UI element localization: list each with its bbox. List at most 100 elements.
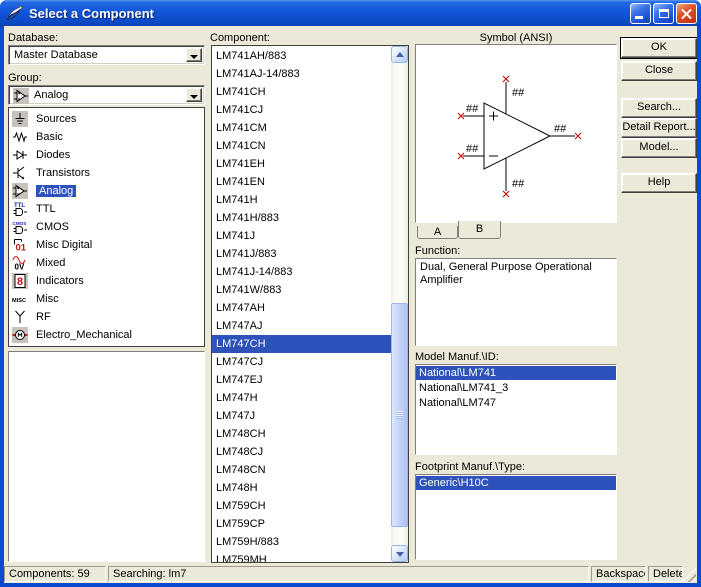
component-item[interactable]: LM741W/883	[212, 281, 391, 299]
component-list: LM741AH/883LM741AJ-14/883LM741CHLM741CJL…	[211, 45, 409, 563]
status-backspace: Backspace	[591, 566, 646, 582]
component-item[interactable]: LM747CH	[212, 335, 391, 353]
minimize-button[interactable]	[630, 3, 651, 24]
model-button[interactable]: Model...	[621, 138, 697, 158]
function-panel: Dual, General Purpose Operational Amplif…	[415, 258, 617, 346]
symbol-panel: ## ## ## ## ##	[415, 44, 617, 223]
cmos-icon: CMOS	[12, 219, 28, 235]
list-item[interactable]: National\LM741	[416, 366, 616, 380]
component-item[interactable]: LM747J	[212, 407, 391, 425]
analog-icon	[12, 183, 28, 199]
component-item[interactable]: LM748H	[212, 479, 391, 497]
scroll-up-button[interactable]	[391, 46, 408, 63]
dialog-body: Database: Master Database Group: Analog …	[4, 26, 697, 583]
component-item[interactable]: LM747H	[212, 389, 391, 407]
detail-report-button[interactable]: Detail Report...	[621, 118, 697, 138]
component-item[interactable]: LM741CH	[212, 83, 391, 101]
component-item[interactable]: LM741AJ-14/883	[212, 65, 391, 83]
family-item-label: CMOS	[36, 221, 69, 233]
svg-text:01: 01	[16, 243, 27, 254]
model-manuf-label: Model Manuf.\ID:	[415, 351, 499, 363]
chevron-down-icon[interactable]	[186, 48, 202, 62]
window-title: Select a Component	[29, 6, 154, 21]
list-item[interactable]: National\LM741_3	[416, 381, 616, 395]
family-item[interactable]: CMOS CMOS	[9, 218, 204, 236]
search-button[interactable]: Search...	[621, 98, 697, 118]
component-item[interactable]: LM759MH	[212, 551, 391, 562]
family-item[interactable]: Analog	[9, 182, 204, 200]
family-item[interactable]: Sources	[9, 110, 204, 128]
component-item[interactable]: LM741J-14/883	[212, 263, 391, 281]
component-item[interactable]: LM741H	[212, 191, 391, 209]
component-item[interactable]: LM741J/883	[212, 245, 391, 263]
family-item-label: Misc	[36, 293, 59, 305]
close-icon	[677, 4, 696, 23]
indicators-icon: 8	[12, 273, 28, 289]
footprint-manuf-label: Footprint Manuf.\Type:	[415, 461, 525, 473]
family-item-label: TTL	[36, 203, 56, 215]
footprint-manuf-list: Generic\H10C	[415, 474, 617, 560]
family-item[interactable]: TTLTTL	[9, 200, 204, 218]
symbol-section-tab-b[interactable]: B	[458, 221, 501, 239]
component-item[interactable]: LM748CN	[212, 461, 391, 479]
component-item[interactable]: LM741J	[212, 227, 391, 245]
component-item[interactable]: LM741H/883	[212, 209, 391, 227]
family-item-label: Transistors	[36, 167, 90, 179]
maximize-button[interactable]	[653, 3, 674, 24]
status-delete: Delete	[648, 566, 683, 582]
family-item[interactable]: MISCMisc	[9, 290, 204, 308]
component-item[interactable]: LM747AJ	[212, 317, 391, 335]
component-item[interactable]: LM741CJ	[212, 101, 391, 119]
family-item[interactable]: 01Misc Digital	[9, 236, 204, 254]
component-item[interactable]: LM747EJ	[212, 371, 391, 389]
database-combo[interactable]: Master Database	[8, 45, 205, 65]
analog-icon	[13, 88, 29, 104]
family-item-label: Electro_Mechanical	[36, 329, 132, 341]
close-dialog-button[interactable]: Close	[621, 61, 697, 81]
family-item-label: Diodes	[36, 149, 70, 161]
component-scrollbar[interactable]	[391, 46, 408, 562]
component-item[interactable]: LM747AH	[212, 299, 391, 317]
component-item[interactable]: LM759CH	[212, 497, 391, 515]
close-button[interactable]	[676, 3, 697, 24]
list-item[interactable]: Generic\H10C	[416, 476, 616, 490]
svg-text:8: 8	[17, 276, 23, 288]
scroll-down-button[interactable]	[391, 545, 408, 562]
family-item[interactable]: RF	[9, 308, 204, 326]
list-item[interactable]: National\LM747	[416, 396, 616, 410]
family-item[interactable]: 0V Mixed	[9, 254, 204, 272]
pin-label: ##	[512, 178, 525, 190]
component-item[interactable]: LM741EH	[212, 155, 391, 173]
family-item[interactable]: Diodes	[9, 146, 204, 164]
component-item[interactable]: LM747CJ	[212, 353, 391, 371]
component-rows: LM741AH/883LM741AJ-14/883LM741CHLM741CJL…	[212, 47, 391, 562]
scroll-thumb[interactable]	[391, 303, 408, 527]
family-item-label: Basic	[36, 131, 63, 143]
function-value: Dual, General Purpose Operational Amplif…	[416, 259, 616, 289]
component-item[interactable]: LM741EN	[212, 173, 391, 191]
ok-button[interactable]: OK	[621, 38, 697, 58]
component-item[interactable]: LM748CH	[212, 425, 391, 443]
family-item[interactable]: 8Indicators	[9, 272, 204, 290]
component-item[interactable]: LM748CJ	[212, 443, 391, 461]
rf-icon	[12, 309, 28, 325]
symbol-section-tab-a[interactable]: A	[417, 226, 458, 239]
family-item-label: Mixed	[36, 257, 65, 269]
component-item[interactable]: LM741CN	[212, 137, 391, 155]
sources-icon	[12, 111, 28, 127]
multisim-icon	[6, 5, 24, 21]
titlebar[interactable]: Select a Component	[0, 0, 701, 26]
basic-icon	[12, 129, 28, 145]
family-item[interactable]: Basic	[9, 128, 204, 146]
component-item[interactable]: LM741AH/883	[212, 47, 391, 65]
chevron-down-icon[interactable]	[186, 88, 202, 102]
family-item[interactable]: Transistors	[9, 164, 204, 182]
mixed-icon: 0V	[12, 255, 28, 271]
component-item[interactable]: LM741CM	[212, 119, 391, 137]
component-item[interactable]: LM759H/883	[212, 533, 391, 551]
component-item[interactable]: LM759CP	[212, 515, 391, 533]
group-combo[interactable]: Analog	[8, 85, 205, 105]
resize-grip[interactable]	[682, 568, 696, 582]
family-item[interactable]: Electro_Mechanical	[9, 326, 204, 344]
help-button[interactable]: Help	[621, 173, 697, 193]
